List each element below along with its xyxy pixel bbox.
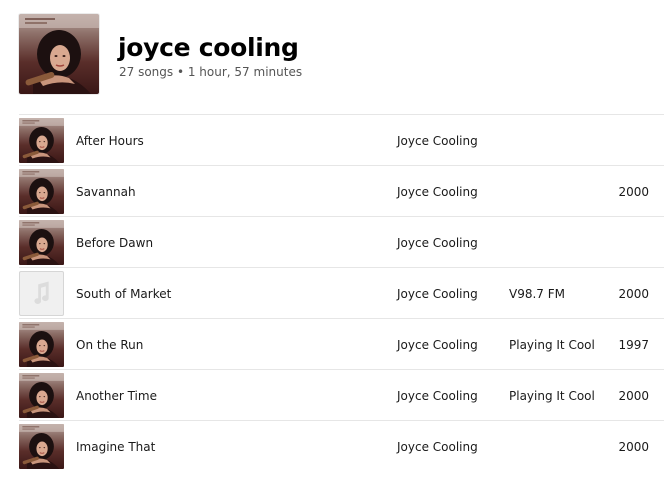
track-row[interactable]: After Hours Joyce Cooling <box>19 114 664 165</box>
track-title: On the Run <box>76 338 144 352</box>
album-cover-icon <box>19 118 64 163</box>
track-row[interactable]: Imagine That Joyce Cooling 2000 <box>19 420 664 471</box>
album-cover-icon <box>19 220 64 265</box>
track-title: Another Time <box>76 389 157 403</box>
track-title: Savannah <box>76 185 136 199</box>
track-year: 2000 <box>618 440 649 454</box>
track-title: Imagine That <box>76 440 156 454</box>
track-artist[interactable]: Joyce Cooling <box>397 287 478 301</box>
track-album[interactable]: Playing It Cool <box>509 338 595 352</box>
track-title: After Hours <box>76 134 144 148</box>
track-row[interactable]: On the Run Joyce Cooling Playing It Cool… <box>19 318 664 369</box>
track-artist[interactable]: Joyce Cooling <box>397 134 478 148</box>
track-year: 2000 <box>618 287 649 301</box>
track-row[interactable]: Savannah Joyce Cooling 2000 <box>19 165 664 216</box>
playlist-meta: 27 songs • 1 hour, 57 minutes <box>119 65 303 79</box>
track-album[interactable]: Playing It Cool <box>509 389 595 403</box>
album-cover-icon <box>19 424 64 469</box>
track-title: South of Market <box>76 287 172 301</box>
track-artist[interactable]: Joyce Cooling <box>397 236 478 250</box>
track-artist[interactable]: Joyce Cooling <box>397 440 478 454</box>
page-title: joyce cooling <box>118 33 299 62</box>
track-album[interactable]: V98.7 FM <box>509 287 565 301</box>
track-row[interactable]: Before Dawn Joyce Cooling <box>19 216 664 267</box>
track-list: After Hours Joyce Cooling Savannah Joyce… <box>19 114 664 471</box>
playlist-header: joyce cooling 27 songs • 1 hour, 57 minu… <box>19 14 659 96</box>
track-year: 2000 <box>618 389 649 403</box>
track-title: Before Dawn <box>76 236 154 250</box>
track-year: 2000 <box>618 185 649 199</box>
track-artist[interactable]: Joyce Cooling <box>397 389 478 403</box>
track-year: 1997 <box>618 338 649 352</box>
track-row[interactable]: Another Time Joyce Cooling Playing It Co… <box>19 369 664 420</box>
album-cover-icon <box>19 322 64 367</box>
album-cover-icon[interactable] <box>19 14 99 94</box>
album-cover-icon <box>19 169 64 214</box>
track-artist[interactable]: Joyce Cooling <box>397 338 478 352</box>
track-row[interactable]: South of Market Joyce Cooling V98.7 FM 2… <box>19 267 664 318</box>
album-cover-icon <box>19 373 64 418</box>
music-note-icon <box>19 271 64 316</box>
track-artist[interactable]: Joyce Cooling <box>397 185 478 199</box>
